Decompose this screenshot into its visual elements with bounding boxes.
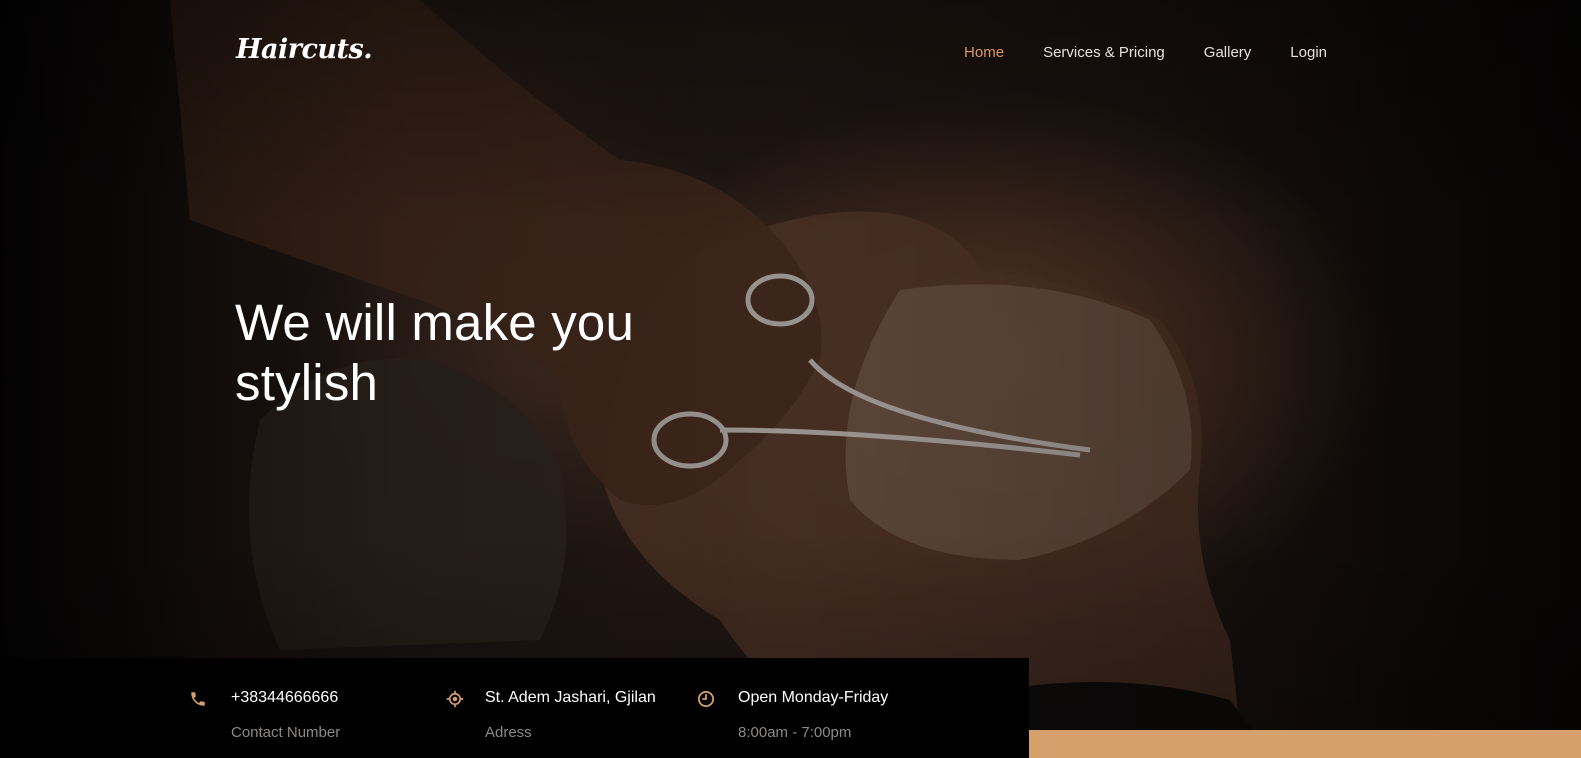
main-nav: Home Services & Pricing Gallery Login (925, 44, 1327, 61)
nav-gallery[interactable]: Gallery (1204, 44, 1252, 61)
site-logo[interactable]: Haircuts. (236, 34, 373, 65)
nav-login[interactable]: Login (1290, 44, 1327, 61)
phone-icon (191, 692, 205, 706)
clock-icon (697, 690, 715, 708)
phone-label: Contact Number (231, 724, 341, 741)
accent-strip (1029, 730, 1581, 758)
nav-services-pricing[interactable]: Services & Pricing (1043, 44, 1165, 61)
phone-number[interactable]: +38344666666 (231, 689, 338, 707)
location-icon (446, 690, 464, 708)
address-label: Adress (485, 724, 532, 741)
hours-title: Open Monday-Friday (738, 689, 889, 706)
hero-headline-line2: stylish (235, 354, 379, 411)
info-bar: +38344666666 Contact Number St. Adem Jas… (0, 658, 1029, 758)
hero-headline: We will make you stylish (235, 293, 755, 413)
address-text: St. Adem Jashari, Gjilan (485, 689, 656, 706)
hero-headline-line1: We will make you (235, 294, 635, 351)
hours-time: 8:00am - 7:00pm (738, 724, 852, 741)
nav-home[interactable]: Home (964, 44, 1004, 61)
